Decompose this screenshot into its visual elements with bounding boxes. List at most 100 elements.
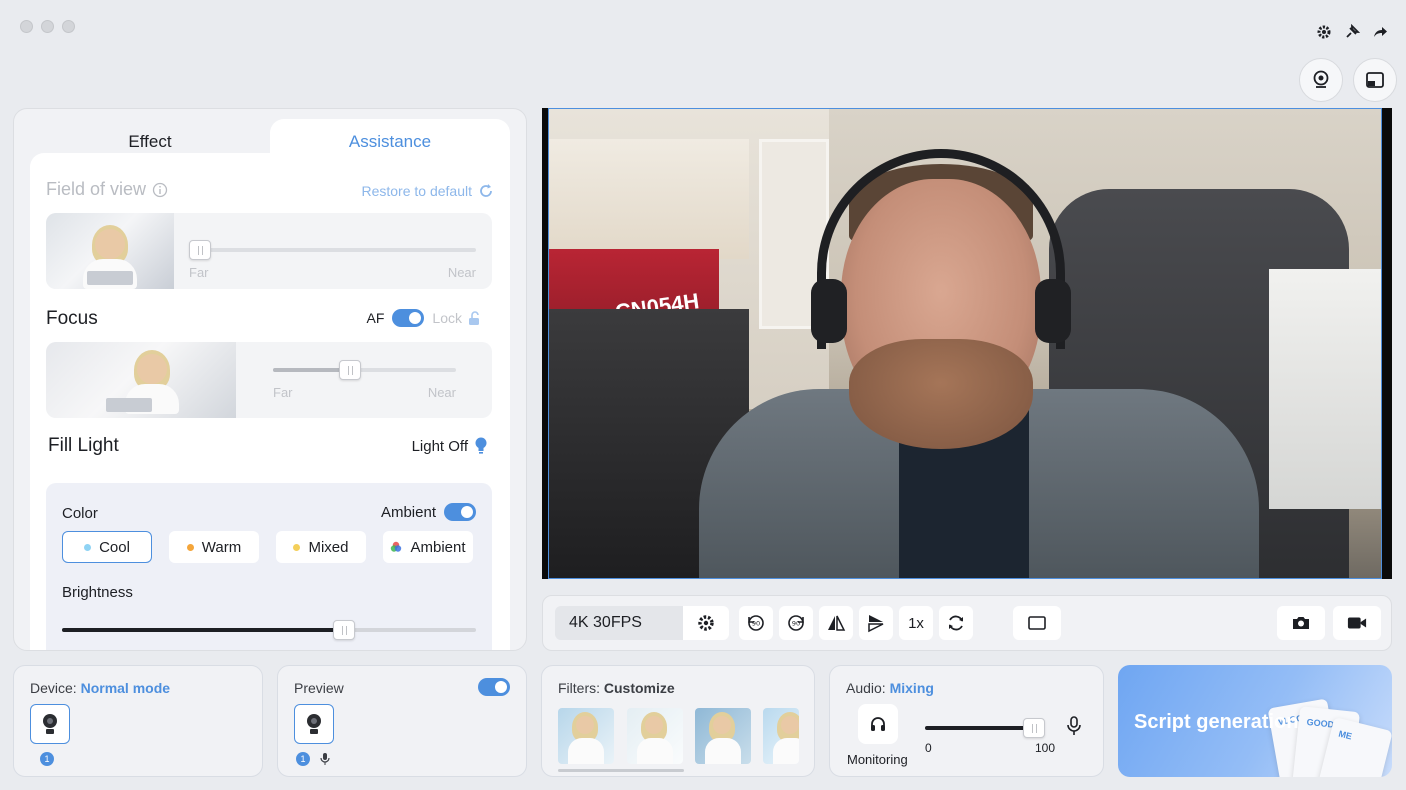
preview-title: Preview bbox=[294, 680, 344, 696]
volume-slider-handle[interactable] bbox=[1023, 718, 1045, 738]
color-chip-warm[interactable]: Warm bbox=[169, 531, 259, 563]
af-toggle[interactable] bbox=[392, 309, 425, 327]
rotate-right-button[interactable]: 90 bbox=[779, 606, 813, 640]
ambient-toggle-row: Ambient bbox=[381, 503, 476, 521]
field-of-view-label: Field of view bbox=[46, 179, 147, 199]
webcam-device-icon bbox=[307, 714, 321, 734]
svg-text:90: 90 bbox=[752, 620, 760, 628]
preview-toggle[interactable] bbox=[478, 678, 510, 696]
brightness-slider[interactable] bbox=[62, 620, 476, 640]
script-generation-card[interactable]: VLOG GOOD ME Script generation bbox=[1118, 665, 1392, 777]
settings-panel: Effect Assistance Field of view Restore … bbox=[13, 108, 527, 651]
device-camera-tile[interactable] bbox=[30, 704, 70, 744]
chip-label: Mixed bbox=[308, 538, 349, 556]
chip-label: Warm bbox=[201, 538, 242, 556]
zoom-button[interactable]: 1x bbox=[899, 606, 933, 640]
picture-in-picture-button[interactable] bbox=[1353, 58, 1397, 102]
brightness-slider-handle[interactable] bbox=[333, 620, 355, 640]
warm-dot-icon bbox=[186, 543, 194, 551]
filter-thumb-3[interactable] bbox=[695, 708, 751, 764]
gear-icon[interactable] bbox=[1316, 24, 1332, 40]
top-right-icons bbox=[1316, 24, 1388, 40]
refresh-button[interactable] bbox=[939, 606, 973, 640]
device-label: Device: bbox=[30, 680, 77, 696]
filter-thumb-2[interactable] bbox=[627, 708, 683, 764]
focus-preview-image bbox=[46, 342, 236, 418]
color-chip-cool[interactable]: Cool bbox=[62, 531, 152, 563]
refresh-icon bbox=[949, 615, 963, 631]
filters-scrollbar[interactable] bbox=[558, 769, 684, 772]
fov-slider-handle[interactable] bbox=[189, 240, 211, 260]
refresh-icon bbox=[480, 184, 492, 197]
microphone-icon bbox=[320, 753, 330, 765]
settings-icon bbox=[698, 615, 714, 631]
svg-text:90: 90 bbox=[792, 620, 800, 628]
audio-label: Audio: bbox=[846, 680, 886, 696]
focus-far-label: Far bbox=[273, 385, 293, 400]
fill-light-title: Fill Light bbox=[48, 435, 119, 456]
picture-in-picture-icon bbox=[1366, 72, 1384, 88]
light-toggle-button[interactable]: Light Off bbox=[412, 437, 488, 455]
fov-slider[interactable] bbox=[189, 240, 476, 260]
info-icon[interactable] bbox=[152, 182, 168, 198]
rgb-icon bbox=[391, 541, 402, 552]
device-title: Device: Normal mode bbox=[30, 680, 170, 696]
resolution-label: 4K 30FPS bbox=[569, 614, 642, 631]
color-chip-ambient[interactable]: Ambient bbox=[383, 531, 473, 563]
filter-thumb-4[interactable] bbox=[763, 708, 799, 764]
rotate-left-button[interactable]: 90 bbox=[739, 606, 773, 640]
flip-horizontal-icon bbox=[828, 615, 846, 631]
video-record-icon bbox=[1347, 617, 1367, 629]
unlock-icon bbox=[469, 311, 479, 325]
close-dot[interactable] bbox=[20, 20, 33, 33]
share-icon[interactable] bbox=[1372, 24, 1388, 40]
volume-slider[interactable] bbox=[925, 718, 1045, 738]
camera-feed-image: CN054H bbox=[548, 108, 1382, 579]
aspect-ratio-button[interactable] bbox=[1013, 606, 1061, 640]
minimize-dot[interactable] bbox=[41, 20, 54, 33]
color-chip-mixed[interactable]: Mixed bbox=[276, 531, 366, 563]
preview-count-badge: 1 bbox=[296, 752, 310, 766]
filter-thumb-1[interactable] bbox=[558, 708, 614, 764]
rotate-right-90-icon: 90 bbox=[788, 615, 804, 631]
preview-camera-tile[interactable] bbox=[294, 704, 334, 744]
resolution-selector[interactable]: 4K 30FPS bbox=[555, 606, 683, 640]
mixed-dot-icon bbox=[293, 543, 301, 551]
flip-vertical-icon bbox=[868, 615, 884, 633]
record-button[interactable] bbox=[1333, 606, 1381, 640]
monitoring-button[interactable] bbox=[858, 704, 898, 744]
flip-vertical-button[interactable] bbox=[859, 606, 893, 640]
camera-toolbar: 4K 30FPS 90 90 1x bbox=[542, 595, 1392, 651]
restore-default-label: Restore to default bbox=[361, 183, 472, 199]
paper-label: ME bbox=[1337, 728, 1354, 742]
webcam-button[interactable] bbox=[1299, 58, 1343, 102]
device-mode[interactable]: Normal mode bbox=[81, 680, 170, 696]
restore-default-button[interactable]: Restore to default bbox=[361, 183, 494, 199]
audio-mode[interactable]: Mixing bbox=[890, 680, 934, 696]
field-of-view-card: Far Near bbox=[46, 213, 492, 289]
assistance-content: Field of view Restore to default Far Nea… bbox=[30, 153, 510, 650]
fill-light-card: Color Ambient Cool Warm Mixed Ambient Br… bbox=[46, 483, 492, 650]
focus-slider[interactable] bbox=[273, 360, 456, 380]
flip-horizontal-button[interactable] bbox=[819, 606, 853, 640]
maximize-dot[interactable] bbox=[62, 20, 75, 33]
headphones-icon bbox=[871, 717, 885, 731]
lock-button[interactable]: Lock bbox=[432, 310, 482, 326]
lock-label: Lock bbox=[432, 310, 462, 326]
focus-controls: AF Lock bbox=[367, 309, 482, 327]
ambient-toggle[interactable] bbox=[444, 503, 476, 521]
audio-card: Audio: Mixing Monitoring 0 100 bbox=[829, 665, 1104, 777]
pin-icon[interactable] bbox=[1344, 24, 1360, 40]
camera-preview[interactable]: CN054H bbox=[542, 108, 1392, 579]
aspect-ratio-icon bbox=[1028, 616, 1046, 630]
filters-value[interactable]: Customize bbox=[604, 680, 675, 696]
snapshot-button[interactable] bbox=[1277, 606, 1325, 640]
light-state-label: Light Off bbox=[411, 437, 468, 455]
ambient-label: Ambient bbox=[380, 503, 436, 521]
device-count-badge: 1 bbox=[40, 752, 54, 766]
microphone-icon[interactable] bbox=[1066, 716, 1082, 736]
focus-slider-handle[interactable] bbox=[339, 360, 361, 380]
filters-title: Filters: Customize bbox=[558, 680, 675, 696]
rotate-left-90-icon: 90 bbox=[748, 615, 764, 631]
settings-button[interactable] bbox=[683, 606, 729, 640]
